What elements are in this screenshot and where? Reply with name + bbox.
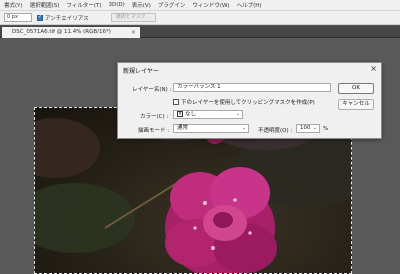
menu-item-view[interactable]: 表示(V): [132, 1, 151, 9]
clipping-mask-option[interactable]: 下のレイヤーを使用してクリッピングマスクを作成(P): [173, 98, 315, 106]
menu-item-window[interactable]: ウィンドウ(W): [192, 1, 229, 9]
document-tab-bar: DSC_0571A6.tif @ 11.4% (RGB/16*) ×: [0, 26, 400, 38]
layer-name-label: レイヤー名(N) :: [132, 87, 172, 93]
select-and-mask-button[interactable]: 選択とマスク...: [110, 13, 156, 22]
antialias-label: アンチエイリアス: [45, 15, 89, 22]
document-tab-title: DSC_0571A6.tif @ 11.4% (RGB/16*): [12, 29, 111, 35]
antialias-checkbox[interactable]: ✓: [37, 14, 43, 21]
clipping-mask-checkbox[interactable]: [173, 99, 179, 105]
menu-bar: 書式(Y) 選択範囲(S) フィルター(T) 3D(D) 表示(V) プラグイン…: [0, 0, 400, 11]
chevron-down-icon: ⌄: [235, 111, 240, 117]
blend-mode-value: 通常: [177, 125, 189, 131]
close-icon[interactable]: ×: [370, 64, 377, 73]
close-icon[interactable]: ×: [131, 27, 136, 38]
menu-item-select[interactable]: 選択範囲(S): [30, 1, 60, 9]
opacity-label: 不透明度(O) :: [258, 128, 293, 134]
opacity-value: 100: [300, 125, 311, 131]
color-label: カラー(C) :: [140, 114, 169, 120]
opacity-input[interactable]: 100 ⌄: [296, 124, 320, 133]
menu-item-type[interactable]: 書式(Y): [4, 1, 23, 9]
document-tab[interactable]: DSC_0571A6.tif @ 11.4% (RGB/16*) ×: [2, 27, 140, 38]
no-color-swatch-icon: ×: [177, 111, 183, 117]
cancel-button[interactable]: キャンセル: [338, 99, 374, 110]
ok-button[interactable]: OK: [338, 83, 374, 94]
flower: [165, 167, 277, 273]
menu-item-3d[interactable]: 3D(D): [109, 2, 125, 8]
blend-mode-label: 描画モード :: [138, 128, 170, 134]
antialias-option[interactable]: ✓ アンチエイリアス: [37, 14, 89, 22]
color-select[interactable]: × なし ⌄: [173, 110, 243, 119]
menu-item-help[interactable]: ヘルプ(H): [237, 1, 262, 9]
layer-name-input[interactable]: カラーバランス 1: [173, 83, 331, 92]
menu-item-filter[interactable]: フィルター(T): [66, 1, 101, 9]
chevron-down-icon: ⌄: [241, 125, 246, 131]
menu-item-plugins[interactable]: プラグイン: [158, 1, 186, 9]
clipping-mask-label: 下のレイヤーを使用してクリッピングマスクを作成(P): [181, 100, 315, 106]
blend-mode-select[interactable]: 通常 ⌄: [173, 124, 249, 133]
color-select-value: なし: [185, 111, 197, 118]
opacity-unit: %: [323, 126, 329, 132]
leaf-left-low: [35, 118, 100, 178]
chevron-down-icon: ⌄: [312, 125, 317, 131]
dialog-title: 新規レイヤー: [123, 68, 159, 75]
options-bar: 0 px ✓ アンチエイリアス 選択とマスク...: [0, 11, 400, 25]
feather-input[interactable]: 0 px: [4, 13, 32, 22]
new-layer-dialog: 新規レイヤー × レイヤー名(N) : カラーバランス 1 OK キャンセル 下…: [117, 62, 382, 139]
